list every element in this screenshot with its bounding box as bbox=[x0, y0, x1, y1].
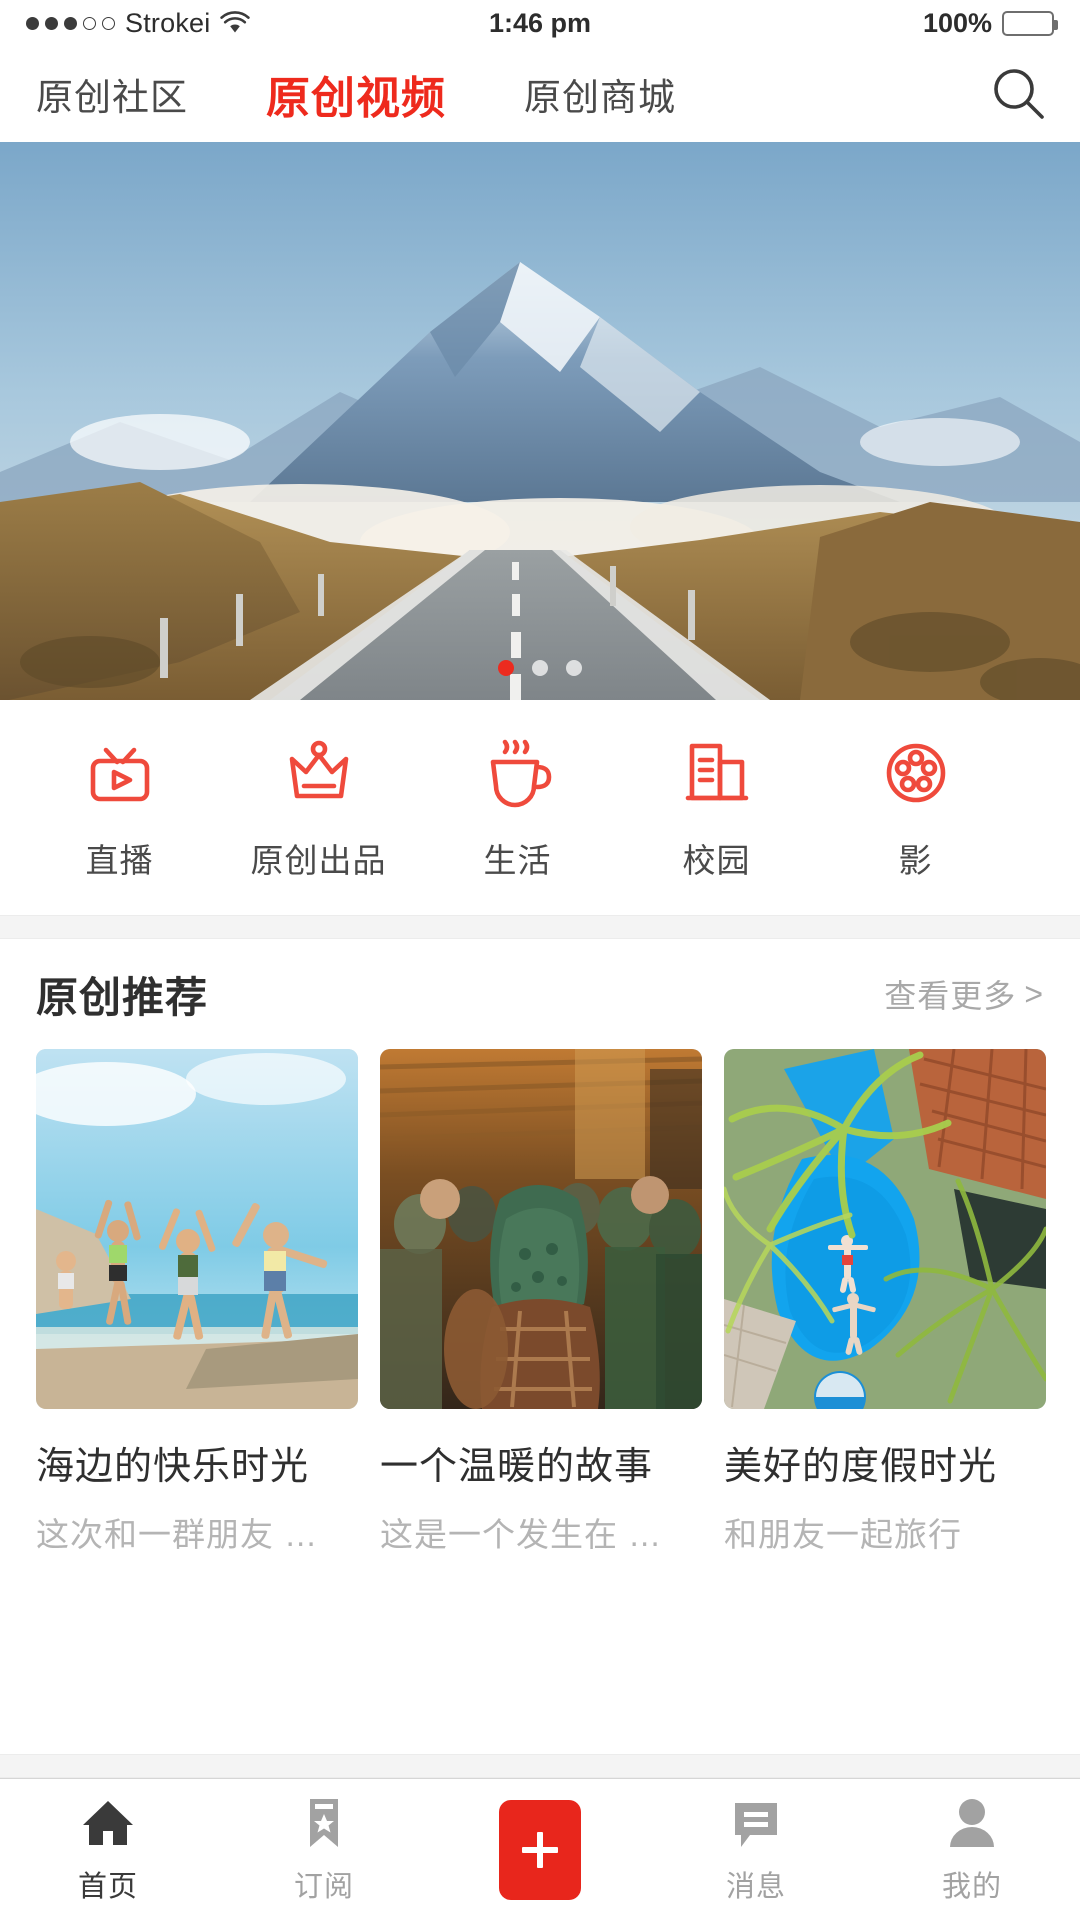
category-label: 影 bbox=[898, 841, 933, 879]
view-more-label: 查看更多 bbox=[884, 978, 1017, 1014]
list-item[interactable]: 海边的快乐时光 这次和一群朋友 … bbox=[36, 1049, 358, 1556]
tab-label: 订阅 bbox=[293, 1870, 354, 1903]
tab-subscribe[interactable]: 订阅 bbox=[216, 1779, 432, 1920]
film-reel-icon bbox=[877, 734, 955, 812]
section-separator bbox=[0, 915, 1080, 939]
carrier-name: Strokei bbox=[125, 7, 211, 38]
battery-percent: 100% bbox=[922, 7, 992, 38]
category-campus[interactable]: 校园 bbox=[617, 734, 816, 882]
carousel-dot-3[interactable] bbox=[566, 660, 582, 676]
carousel-dot-1[interactable] bbox=[498, 660, 514, 676]
category-label: 校园 bbox=[682, 841, 751, 879]
tab-messages[interactable]: 消息 bbox=[648, 1779, 864, 1920]
coffee-cup-icon bbox=[479, 734, 557, 812]
card-description: 和朋友一起旅行 bbox=[724, 1516, 962, 1553]
category-label: 直播 bbox=[85, 841, 154, 879]
crown-icon bbox=[280, 734, 358, 812]
message-icon bbox=[728, 1795, 784, 1851]
buildings-icon bbox=[678, 734, 756, 812]
recommend-card-list: 海边的快乐时光 这次和一群朋友 … 一个温暖的故事 这是一个发生在 … 美好的度… bbox=[0, 1049, 1080, 1556]
card-title: 美好的度假时光 bbox=[724, 1446, 998, 1488]
recommend-section: 原创推荐 查看更多 > 海边的快乐时光 这次和一群朋友 … 一个温暖的故事 这是… bbox=[0, 939, 1080, 1754]
live-tv-icon bbox=[81, 734, 159, 812]
tab-label: 首页 bbox=[77, 1870, 138, 1903]
card-description: 这是一个发生在 … bbox=[380, 1516, 663, 1553]
search-icon[interactable] bbox=[988, 63, 1050, 125]
tab-create-post[interactable] bbox=[432, 1779, 648, 1920]
list-item[interactable]: 一个温暖的故事 这是一个发生在 … bbox=[380, 1049, 702, 1556]
status-bar: Strokei 1:46 pm 100% bbox=[0, 0, 1080, 46]
card-title: 一个温暖的故事 bbox=[380, 1446, 654, 1488]
bookmark-star-icon bbox=[296, 1795, 352, 1851]
top-nav: 原创社区 原创视频 原创商城 bbox=[0, 46, 1080, 142]
bottom-tab-bar: 首页 订阅 消息 我的 bbox=[0, 1778, 1080, 1920]
tab-profile[interactable]: 我的 bbox=[864, 1779, 1080, 1920]
page-title: 原创推荐 bbox=[36, 973, 209, 1021]
category-life[interactable]: 生活 bbox=[418, 734, 617, 882]
tab-label: 消息 bbox=[725, 1870, 786, 1903]
card-description: 这次和一群朋友 … bbox=[36, 1516, 319, 1553]
app-root: Strokei 1:46 pm 100% 原创社区 原创视频 原创商城 直播 原… bbox=[0, 0, 1080, 1920]
card-thumbnail bbox=[36, 1049, 358, 1409]
carousel-image bbox=[0, 142, 1080, 700]
tab-video[interactable]: 原创视频 bbox=[266, 62, 446, 126]
category-film[interactable]: 影 bbox=[816, 734, 1015, 882]
tab-label: 我的 bbox=[941, 1870, 1002, 1903]
person-icon bbox=[944, 1795, 1000, 1851]
carousel-dots[interactable] bbox=[0, 660, 1080, 676]
category-label: 生活 bbox=[483, 841, 552, 879]
status-bar-left: Strokei bbox=[26, 7, 251, 39]
wifi-icon bbox=[220, 11, 251, 35]
battery-full-icon bbox=[1002, 10, 1058, 36]
tab-community[interactable]: 原创社区 bbox=[36, 67, 188, 121]
list-item[interactable]: 美好的度假时光 和朋友一起旅行 bbox=[724, 1049, 1046, 1556]
home-icon bbox=[80, 1795, 136, 1851]
plus-icon[interactable] bbox=[499, 1799, 581, 1900]
status-bar-right: 100% bbox=[922, 7, 1058, 39]
signal-strength-icon bbox=[26, 16, 115, 30]
category-label: 原创出品 bbox=[250, 841, 387, 879]
carousel-dot-2[interactable] bbox=[532, 660, 548, 676]
category-original[interactable]: 原创出品 bbox=[219, 734, 418, 882]
chevron-right-icon: > bbox=[1024, 975, 1044, 1012]
card-thumbnail bbox=[380, 1049, 702, 1409]
category-row: 直播 原创出品 生活 校园 影 bbox=[0, 700, 1080, 915]
recommend-header: 原创推荐 查看更多 > bbox=[0, 939, 1080, 1049]
carousel-banner[interactable] bbox=[0, 142, 1080, 700]
card-title: 海边的快乐时光 bbox=[36, 1446, 310, 1488]
view-more-link[interactable]: 查看更多 > bbox=[884, 971, 1044, 1017]
tab-home[interactable]: 首页 bbox=[0, 1779, 216, 1920]
tab-mall[interactable]: 原创商城 bbox=[524, 67, 676, 121]
card-thumbnail bbox=[724, 1049, 1046, 1409]
category-live[interactable]: 直播 bbox=[20, 734, 219, 882]
bottom-separator bbox=[0, 1754, 1080, 1778]
